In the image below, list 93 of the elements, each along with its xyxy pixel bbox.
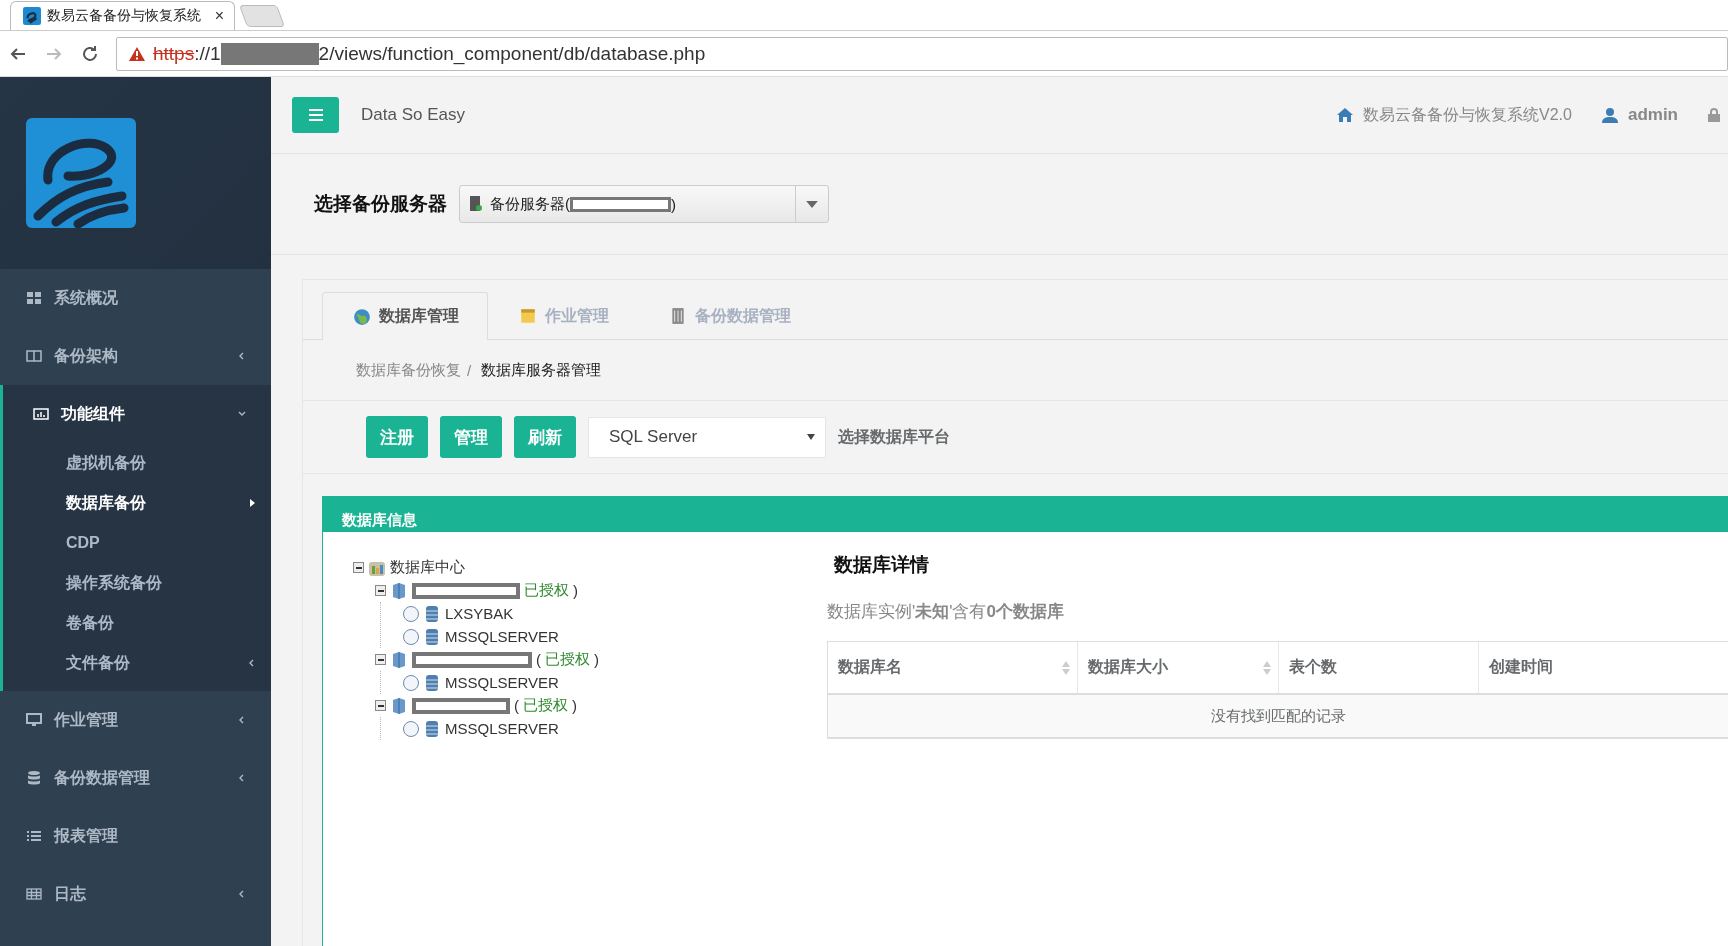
- database-icon: [423, 673, 441, 692]
- database-icon: [26, 770, 42, 786]
- grid-icon: [26, 290, 42, 306]
- collapse-toggle[interactable]: [375, 585, 386, 596]
- sidebar-subitem[interactable]: 数据库备份: [3, 483, 271, 523]
- new-tab-button[interactable]: [239, 5, 285, 27]
- platform-dropdown[interactable]: SQL Server: [588, 416, 826, 458]
- server-icon: [390, 650, 408, 669]
- tree-node-label[interactable]: LXSYBAK: [445, 605, 514, 622]
- sort-icon: [1263, 660, 1271, 675]
- bracket-text: ): [572, 697, 577, 714]
- notepad-icon: [519, 307, 537, 325]
- empty-message: 没有找到匹配的记录: [828, 695, 1728, 738]
- bracket-text: ): [594, 651, 599, 668]
- sort-icon: [1062, 660, 1070, 675]
- platform-hint: 选择数据库平台: [838, 426, 950, 447]
- panel-header: 数据库信息: [323, 496, 1728, 532]
- caret-down-icon: [807, 434, 815, 440]
- sidebar-subitem[interactable]: CDP: [3, 523, 271, 563]
- breadcrumb-separator: /: [467, 361, 472, 379]
- server-dropdown[interactable]: 备份服务器( ): [459, 185, 829, 223]
- collapse-toggle[interactable]: [353, 562, 364, 573]
- menu-button[interactable]: [292, 97, 339, 133]
- sidebar-item[interactable]: 日志: [0, 865, 271, 923]
- columns-icon: [26, 348, 42, 364]
- tab-title: 数易云备备份与恢复系统: [47, 7, 202, 25]
- column-header[interactable]: 表个数: [1279, 642, 1479, 693]
- database-icon: [423, 719, 441, 738]
- server-icon: [470, 196, 482, 212]
- sidebar-item[interactable]: 系统概况: [0, 269, 271, 327]
- address-field[interactable]: https://1 2/views/function_component/db/database.php: [116, 36, 1728, 71]
- brand-text: Data So Easy: [361, 105, 465, 125]
- tree-node-label[interactable]: MSSQLSERVER: [445, 674, 559, 691]
- sidebar-subitem[interactable]: 卷备份: [3, 603, 271, 643]
- sidebar-subitem[interactable]: 操作系统备份: [3, 563, 271, 603]
- logo-icon: [23, 7, 41, 25]
- collapse-toggle[interactable]: [375, 654, 386, 665]
- url-text: 2/views/function_component/db/database.php: [318, 42, 706, 65]
- menu-icon: [308, 109, 323, 121]
- tab[interactable]: 数据库管理: [322, 292, 488, 340]
- sidebar-item[interactable]: 作业管理: [0, 691, 271, 749]
- bracket-text: (: [536, 651, 541, 668]
- breadcrumb-item[interactable]: 数据库备份恢复: [356, 360, 461, 380]
- sidebar-item[interactable]: 报表管理: [0, 807, 271, 865]
- bracket-text: (: [514, 697, 519, 714]
- tree-node-label[interactable]: MSSQLSERVER: [445, 720, 559, 737]
- globe-icon: [353, 307, 371, 326]
- monitor-icon: [26, 712, 42, 728]
- radio-button[interactable]: [403, 720, 419, 737]
- warning-icon: [129, 46, 145, 61]
- cabinet-icon: [669, 307, 687, 325]
- server-icon: [390, 581, 408, 600]
- sidebar-item[interactable]: 备份架构: [0, 327, 271, 385]
- logo-icon: [26, 118, 136, 228]
- server-icon: [390, 696, 408, 715]
- database-icon: [423, 627, 441, 646]
- summary-text: 数据库实例'未知'含有0个数据库: [827, 601, 1065, 623]
- radio-button[interactable]: [403, 605, 419, 622]
- radio-button[interactable]: [403, 674, 419, 691]
- caret-right-icon: [247, 498, 257, 508]
- status-text: 已授权: [545, 650, 590, 669]
- collapse-toggle[interactable]: [375, 700, 386, 711]
- home-icon: [1337, 107, 1353, 123]
- radio-button[interactable]: [403, 628, 419, 645]
- tree-node-label[interactable]: 数据库中心: [390, 558, 465, 577]
- sidebar-subitem[interactable]: 虚拟机备份: [3, 443, 271, 483]
- server-select-label: 选择备份服务器: [314, 192, 447, 216]
- column-header[interactable]: 数据库名: [828, 642, 1078, 693]
- bracket-text: ): [573, 582, 578, 599]
- reload-icon[interactable]: [80, 43, 100, 64]
- tree-node-label[interactable]: MSSQLSERVER: [445, 628, 559, 645]
- user-icon: [1601, 107, 1618, 123]
- system-name-link[interactable]: 数易云备备份与恢复系统V2.0: [1363, 104, 1572, 126]
- close-icon[interactable]: ×: [214, 7, 224, 25]
- status-text: 已授权: [523, 696, 568, 715]
- url-text: ://1: [194, 42, 221, 65]
- chart-icon: [33, 406, 49, 422]
- lock-icon[interactable]: [1708, 107, 1720, 123]
- database-icon: [423, 604, 441, 623]
- sidebar-subitem[interactable]: 文件备份: [3, 643, 271, 683]
- details-title: 数据库详情: [834, 553, 930, 577]
- sidebar-item[interactable]: 功能组件: [3, 385, 271, 443]
- list-icon: [26, 828, 42, 844]
- breadcrumb-item: 数据库服务器管理: [481, 360, 602, 380]
- url-scheme: https: [153, 42, 195, 65]
- caret-down-icon: [806, 200, 818, 208]
- sidebar-item[interactable]: 备份数据管理: [0, 749, 271, 807]
- user-menu[interactable]: admin: [1627, 105, 1678, 125]
- browser-tab[interactable]: 数易云备备份与恢复系统 ×: [10, 1, 235, 30]
- column-header[interactable]: 数据库大小: [1078, 642, 1279, 693]
- status-text: 已授权: [524, 581, 569, 600]
- table-icon: [26, 886, 42, 902]
- column-header[interactable]: 创建时间: [1479, 642, 1728, 693]
